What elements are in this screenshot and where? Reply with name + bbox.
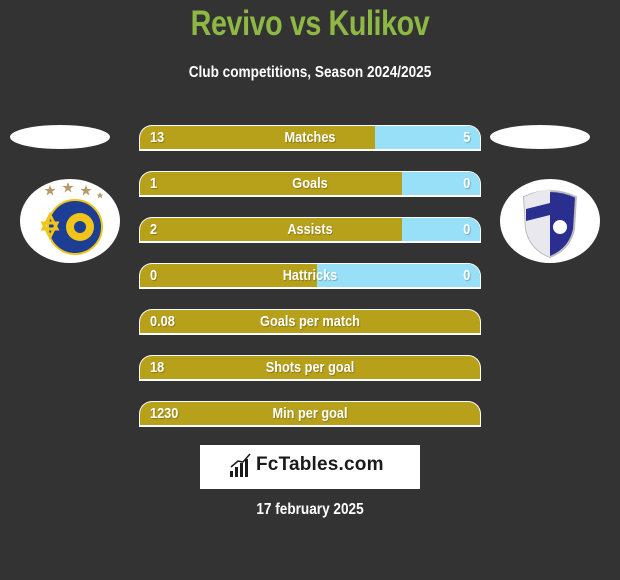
left-value: 18 <box>150 359 165 376</box>
report-date: 17 february 2025 <box>256 501 364 518</box>
page-title: Revivo vs Kulikov <box>190 4 430 43</box>
left-value: 2 <box>150 221 158 238</box>
hapoel-kfar-saba-crest-icon <box>500 179 600 263</box>
brand-name: FcTables.com <box>256 454 384 475</box>
stat-label: Goals per match <box>260 313 360 330</box>
stat-row-shots-per-goal: 18 Shots per goal <box>139 355 481 381</box>
maccabi-tel-aviv-crest-icon <box>20 179 120 263</box>
competition-subtitle: Club competitions, Season 2024/2025 <box>188 64 432 81</box>
right-value: 5 <box>462 129 470 146</box>
left-value: 13 <box>150 129 165 146</box>
stat-row-hattricks: 0 Hattricks 0 <box>139 263 481 289</box>
right-value: 0 <box>462 175 470 192</box>
bar-chart-icon <box>230 453 252 484</box>
stat-row-goals: 1 Goals 0 <box>139 171 481 197</box>
stat-label: Assists <box>287 221 333 238</box>
right-value: 0 <box>462 267 470 284</box>
fctables-logo[interactable]: FcTables.com <box>200 445 420 489</box>
right-value: 0 <box>462 221 470 238</box>
left-value: 1 <box>150 175 158 192</box>
stat-label: Shots per goal <box>265 359 355 376</box>
stat-label: Min per goal <box>272 405 348 422</box>
left-value: 0 <box>150 267 158 284</box>
stat-row-goals-per-match: 0.08 Goals per match <box>139 309 481 335</box>
stat-label: Goals <box>292 175 328 192</box>
stat-label: Hattricks <box>282 267 338 284</box>
stat-row-min-per-goal: 1230 Min per goal <box>139 401 481 427</box>
left-player-badge <box>10 125 110 149</box>
stat-row-matches: 13 Matches 5 <box>139 125 481 151</box>
stat-row-assists: 2 Assists 0 <box>139 217 481 243</box>
stat-label: Matches <box>284 129 336 146</box>
right-player-badge <box>490 125 590 149</box>
